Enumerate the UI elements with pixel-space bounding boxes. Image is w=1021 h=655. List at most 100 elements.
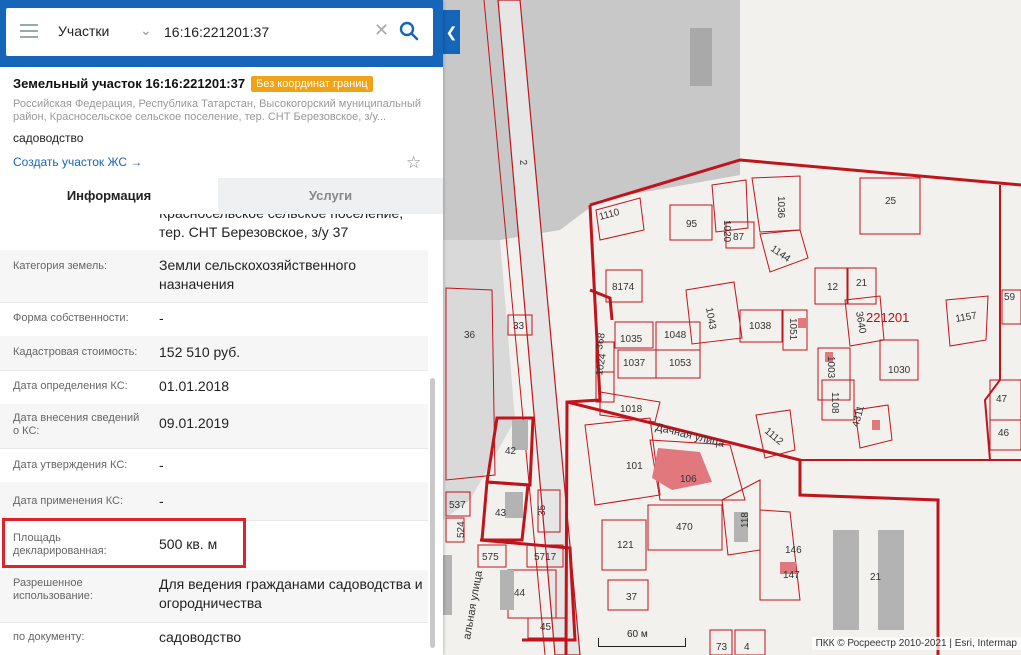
parcel-label: 1112: [762, 426, 785, 448]
parcel-label: 118: [740, 512, 751, 528]
parcel-label: 4311: [851, 404, 867, 428]
parcel-label: 1020: [721, 220, 732, 243]
parcel-label: 101: [626, 461, 643, 472]
parcel-label: 95: [686, 219, 698, 230]
parcel-label: 43: [495, 508, 507, 519]
info-row: Форма собственности: -: [0, 302, 428, 337]
parcel-purpose: садоводство: [13, 131, 84, 145]
parcel-label: 42: [505, 446, 517, 457]
info-value: Красносельское сельское поселение, тер. …: [159, 214, 403, 240]
parcel-label: 1048: [664, 330, 687, 341]
map-grey-area-left: [443, 240, 515, 520]
parcel-label: 59: [1004, 292, 1016, 303]
parcel-label: 1018: [620, 404, 643, 415]
info-scrollbar[interactable]: [430, 378, 435, 648]
info-row: Дата утверждения КС: -: [0, 448, 428, 483]
info-row-address: Красносельское сельское поселение, тер. …: [0, 214, 428, 251]
quarter-number-label: 221201: [866, 310, 909, 325]
parcel-label: 1030: [888, 365, 911, 376]
chevron-down-icon[interactable]: ⌄: [140, 22, 152, 39]
parcel-label: 5717: [534, 552, 557, 563]
parcel-label: 147: [783, 570, 800, 581]
info-row: Дата применения КС: -: [0, 482, 428, 521]
info-value: Для ведения гражданами садоводства и ого…: [159, 576, 423, 611]
parcel-label: 1037: [623, 358, 646, 369]
tab-information[interactable]: Информация: [0, 178, 218, 214]
info-value: 09.01.2019: [159, 415, 230, 431]
parcel-label: 21: [870, 572, 882, 583]
info-value: 152 510 руб.: [159, 344, 241, 360]
parcel-address: Российская Федерация, Республика Татарст…: [13, 98, 421, 123]
info-row: Дата определения КС: 01.01.2018: [0, 370, 428, 405]
parcel-label: 106: [680, 474, 697, 485]
info-row: Дата внесения сведений о КС: 09.01.2019: [0, 404, 428, 449]
parcel-label: 21: [856, 278, 868, 289]
parcel-label: 146: [785, 545, 802, 556]
close-icon[interactable]: ✕: [374, 20, 389, 41]
parcel-label: 1144: [768, 243, 792, 265]
star-icon[interactable]: ☆: [406, 153, 421, 173]
parcel-label: 12: [827, 282, 839, 293]
create-parcel-link[interactable]: Создать участок ЖС →: [13, 155, 142, 169]
parcel-label: 368: [594, 332, 608, 351]
parcel-label: 35: [537, 504, 548, 516]
parcel-label: 1108: [829, 392, 840, 414]
parcel-label: 44: [514, 588, 526, 599]
parcel-label: 537: [449, 500, 466, 511]
info-row: Категория земель: Земли сельскохозяйстве…: [0, 250, 428, 303]
parcel-title: Земельный участок 16:16:221201:37: [13, 76, 246, 91]
parcel-label: 1110: [598, 207, 621, 223]
info-key: Дата внесения сведений о КС:: [13, 412, 140, 437]
info-key: Кадастровая стоимость:: [13, 346, 138, 358]
parcel-label: 1051: [787, 318, 798, 341]
parcel-label: 1053: [669, 358, 692, 369]
parcel-label: 87: [733, 232, 745, 243]
parcel-label: 575: [482, 552, 499, 563]
map-building: [690, 28, 712, 86]
tab-bar: Информация Услуги: [0, 178, 443, 214]
info-value: -: [159, 457, 164, 473]
tab-services[interactable]: Услуги: [218, 178, 443, 214]
map-attribution[interactable]: ПКК © Росреестр 2010-2021 | Esri, Interm…: [811, 637, 1021, 650]
info-value: -: [159, 310, 164, 326]
search-box: Участки ⌄ ✕: [6, 8, 433, 56]
parcel-label: 25: [885, 196, 897, 207]
street-label-centralnaya: альная улица: [461, 569, 485, 641]
info-key: Дата утверждения КС:: [13, 459, 128, 471]
info-row: Кадастровая стоимость: 152 510 руб.: [0, 336, 428, 371]
parcel-label: 1043: [703, 307, 718, 331]
info-value: Земли сельскохозяйственного назначения: [159, 257, 357, 292]
parcel-label: 1035: [620, 334, 643, 345]
parcel-label: 470: [676, 522, 693, 533]
scale-label: 60 м: [627, 629, 648, 640]
info-value: -: [159, 493, 164, 509]
parcel-label: 1003: [825, 356, 836, 379]
highlight-frame: [2, 518, 246, 568]
info-key: Дата определения КС:: [13, 380, 128, 392]
parcel-label: 46: [998, 428, 1010, 439]
info-list: Красносельское сельское поселение, тер. …: [0, 214, 443, 655]
info-key: по документу:: [13, 631, 85, 643]
parcel-label: 524: [456, 521, 467, 538]
parcel-label: 1038: [749, 321, 772, 332]
collapse-panel-button[interactable]: ❮: [443, 10, 460, 54]
menu-icon[interactable]: [20, 24, 38, 38]
info-row: Разрешенное использование: Для ведения г…: [0, 570, 428, 623]
info-value: садоводство: [159, 629, 242, 645]
search-type-select[interactable]: Участки: [58, 23, 109, 39]
search-icon[interactable]: [398, 20, 420, 42]
info-key: Форма собственности:: [13, 312, 129, 324]
search-bar: Участки ⌄ ✕: [0, 0, 443, 67]
info-panel: Участки ⌄ ✕ Земельный участок 16:16:2212…: [0, 0, 443, 655]
parcel-label: 33: [513, 321, 525, 332]
status-badge: Без координат границ: [251, 76, 373, 92]
street-label-dachnaya: Дачная улица: [654, 421, 726, 450]
map-scale-bar: 60 м: [598, 629, 686, 647]
parcel-label: 73: [716, 642, 728, 653]
info-key: Категория земель:: [13, 260, 108, 272]
parcel-label: 4: [744, 642, 750, 653]
search-input[interactable]: [162, 18, 376, 46]
info-key: Дата применения КС:: [13, 495, 124, 507]
chevron-left-icon: ❮: [445, 24, 458, 40]
parcel-label: 45: [540, 622, 552, 633]
